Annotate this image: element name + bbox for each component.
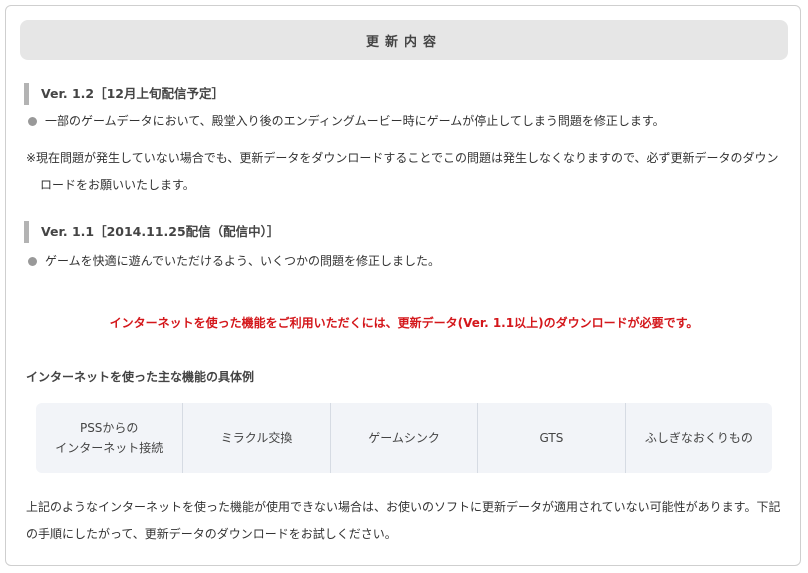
feature-label: ふしぎなおくりもの — [644, 431, 753, 445]
features-table: PSSからの インターネット接続 ミラクル交換 ゲームシンク GTS ふしぎなお… — [36, 403, 772, 473]
features-heading: インターネットを使った主な機能の具体例 — [26, 370, 255, 384]
version-heading-1-1: Ver. 1.1［2014.11.25配信（配信中）］ — [24, 221, 279, 243]
download-note-line-2: ロードをお願いいたします。 — [40, 178, 195, 192]
download-note: ※現在問題が発生していない場合でも、更新データをダウンロードすることでこの問題は… — [26, 145, 786, 199]
closing-paragraph: 上記のようなインターネットを使った機能が使用できない場合は、お使いのソフトに更新… — [26, 494, 786, 548]
feature-cell-pss: PSSからの インターネット接続 — [36, 403, 182, 473]
bullet-dot-icon — [28, 256, 37, 266]
bullet-dot-icon — [28, 116, 37, 126]
feature-label: PSSからの — [79, 421, 139, 435]
version-1-2-bullet-item: 一部のゲームデータにおいて、殿堂入り後のエンディングムービー時にゲームが停止して… — [28, 112, 665, 130]
internet-update-notice: インターネットを使った機能をご利用いただくには、更新データ(Ver. 1.1以上… — [109, 316, 699, 330]
feature-label: GTS — [539, 431, 564, 445]
feature-label: インターネット接続 — [55, 441, 164, 455]
version-heading-1-2: Ver. 1.2［12月上旬配信予定］ — [24, 83, 224, 105]
feature-cell-gts: GTS — [477, 403, 624, 473]
version-1-1-bullet-text: ゲームを快適に遊んでいただけるよう、いくつかの問題を修正しました。 — [45, 254, 441, 268]
feature-cell-mystery-gift: ふしぎなおくりもの — [624, 403, 772, 473]
section-title-bar: 更新内容 — [20, 20, 788, 60]
feature-label: ゲームシンク — [368, 431, 440, 445]
closing-line-1: 上記のようなインターネットを使った機能が使用できない場合は、お使いのソフトに更新… — [26, 500, 781, 514]
version-1-2-bullet-text: 一部のゲームデータにおいて、殿堂入り後のエンディングムービー時にゲームが停止して… — [45, 114, 665, 128]
feature-label: ミラクル交換 — [220, 431, 293, 445]
section-title: 更新内容 — [365, 34, 442, 50]
version-1-1-bullet-item: ゲームを快適に遊んでいただけるよう、いくつかの問題を修正しました。 — [28, 252, 440, 270]
feature-cell-miracle-trade: ミラクル交換 — [182, 403, 329, 473]
feature-cell-game-sync: ゲームシンク — [329, 403, 477, 473]
closing-line-2: の手順にしたがって、更新データのダウンロードをお試しください。 — [26, 527, 397, 541]
download-note-line-1: ※現在問題が発生していない場合でも、更新データをダウンロードすることでこの問題は… — [26, 151, 779, 165]
update-content-panel: 更新内容 Ver. 1.2［12月上旬配信予定］ 一部のゲームデータにおいて、殿… — [5, 5, 801, 566]
